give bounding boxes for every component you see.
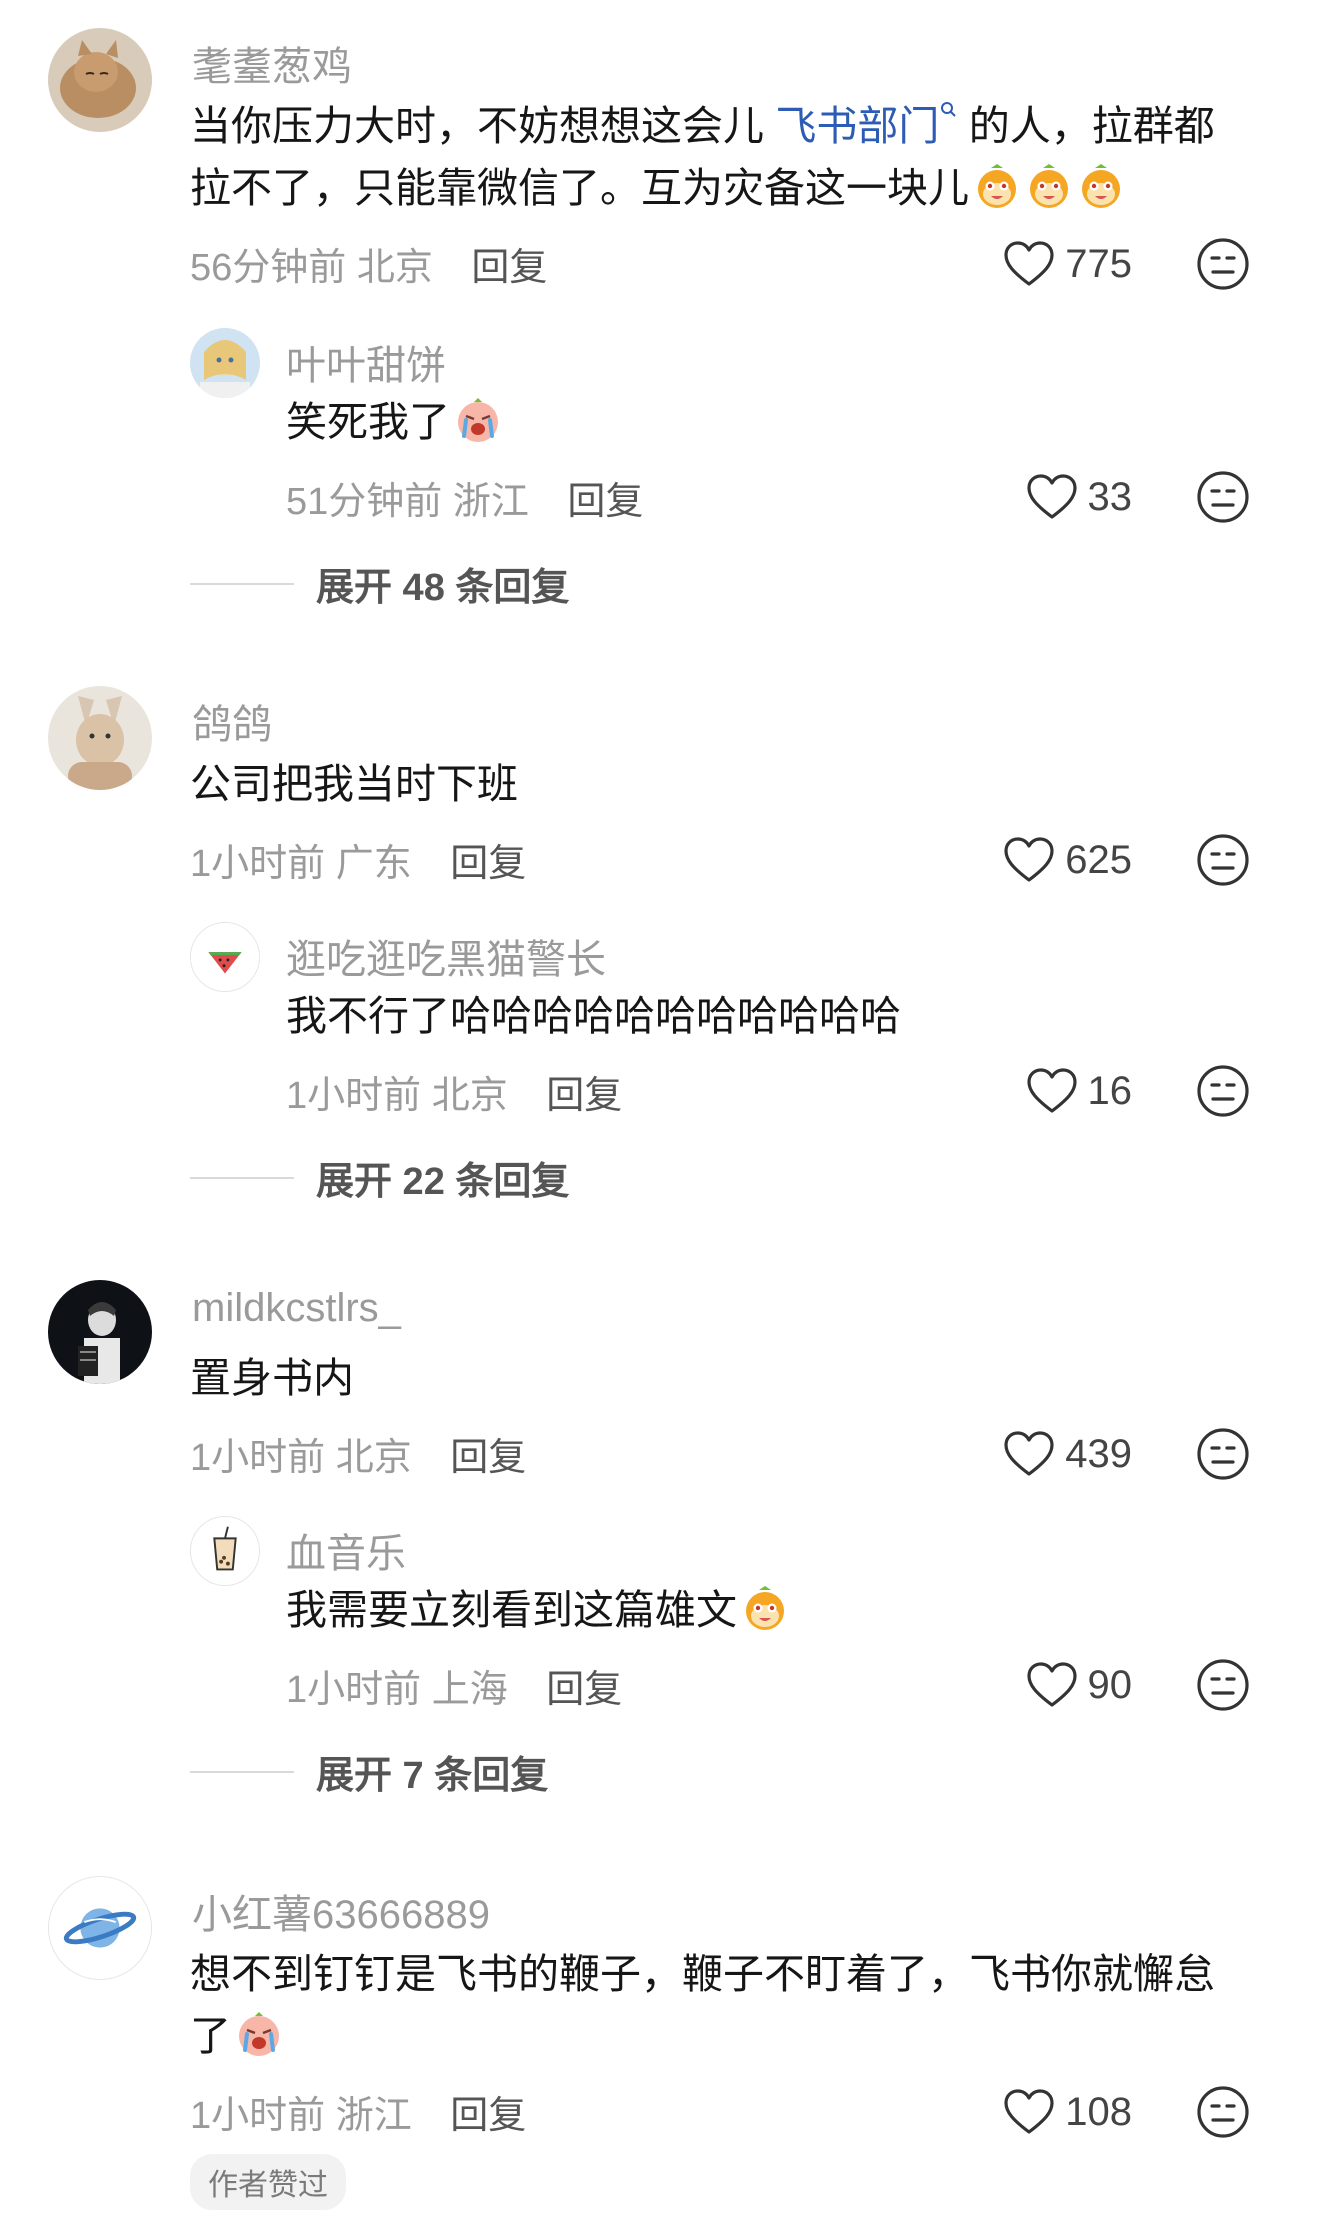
- avatar[interactable]: [48, 1280, 152, 1384]
- comment-text: 当你压力大时，不妨想想这会儿 飞书部门 的人，拉群都: [190, 94, 1215, 159]
- username[interactable]: 叶叶甜饼: [286, 333, 446, 391]
- search-link[interactable]: 飞书部门: [775, 102, 957, 149]
- author-liked-badge: 作者赞过: [190, 2154, 346, 2210]
- avatar[interactable]: [48, 1876, 152, 1980]
- like-button[interactable]: 439: [982, 1424, 1132, 1484]
- like-button[interactable]: 775: [982, 234, 1132, 294]
- avatar[interactable]: [190, 328, 260, 398]
- like-button[interactable]: 16: [982, 1061, 1132, 1121]
- heart-icon: [1026, 1661, 1078, 1709]
- username[interactable]: 血音乐: [286, 1521, 406, 1579]
- heart-icon: [1003, 2088, 1055, 2136]
- emoji: [1025, 162, 1073, 210]
- comment-meta: 51分钟前 浙江 回复: [286, 481, 644, 523]
- avatar[interactable]: [190, 1516, 260, 1586]
- dislike-face-icon[interactable]: [1196, 237, 1250, 291]
- comment-meta: 1小时前 北京 回复: [190, 1437, 527, 1479]
- heart-icon: [1026, 1067, 1078, 1115]
- reply-button[interactable]: 回复: [546, 1669, 622, 1711]
- username[interactable]: 小红薯63666889: [192, 1882, 490, 1940]
- username[interactable]: 鸽鸽: [192, 692, 272, 750]
- username[interactable]: mildkcstlrs_: [192, 1286, 401, 1331]
- comment-text: 我需要立刻看到这篇雄文: [286, 1578, 789, 1643]
- like-button[interactable]: 90: [982, 1655, 1132, 1715]
- comment-text: 想不到钉钉是飞书的鞭子，鞭子不盯着了，飞书你就懈怠: [190, 1951, 1215, 1997]
- expand-replies[interactable]: 展开 48 条回复: [190, 556, 569, 611]
- dislike-face-icon[interactable]: [1196, 1064, 1250, 1118]
- emoji: [741, 1584, 789, 1632]
- comment-meta: 1小时前 浙江 回复: [190, 2095, 527, 2137]
- heart-icon: [1003, 836, 1055, 884]
- comment-meta: 1小时前 上海 回复: [286, 1669, 623, 1711]
- heart-icon: [1003, 240, 1055, 288]
- username[interactable]: 逛吃逛吃黑猫警长: [286, 927, 606, 985]
- like-button[interactable]: 625: [982, 830, 1132, 890]
- divider: [190, 582, 294, 585]
- like-button[interactable]: 108: [982, 2082, 1132, 2142]
- heart-icon: [1026, 473, 1078, 521]
- comment-text: 置身书内: [190, 1355, 354, 1401]
- comment-text: 拉不了，只能靠微信了。互为灾备这一块儿: [190, 156, 1125, 221]
- dislike-face-icon[interactable]: [1196, 470, 1250, 524]
- comment-text: 笑死我了: [286, 390, 502, 455]
- divider: [190, 1770, 294, 1773]
- emoji: [454, 396, 502, 444]
- reply-button[interactable]: 回复: [546, 1075, 622, 1117]
- expand-replies[interactable]: 展开 22 条回复: [190, 1150, 569, 1205]
- dislike-face-icon[interactable]: [1196, 1427, 1250, 1481]
- like-button[interactable]: 33: [982, 467, 1132, 527]
- comment-text: 我不行了哈哈哈哈哈哈哈哈哈哈哈: [286, 993, 901, 1039]
- reply-button[interactable]: 回复: [450, 843, 526, 885]
- comment-text: 公司把我当时下班: [190, 761, 518, 807]
- comment-meta: 56分钟前 北京 回复: [190, 247, 548, 289]
- dislike-face-icon[interactable]: [1196, 1658, 1250, 1712]
- divider: [190, 1176, 294, 1179]
- emoji: [973, 162, 1021, 210]
- dislike-face-icon[interactable]: [1196, 2085, 1250, 2139]
- search-icon: [941, 102, 957, 117]
- avatar[interactable]: [48, 28, 152, 132]
- avatar[interactable]: [190, 922, 260, 992]
- emoji: [235, 2010, 283, 2058]
- emoji: [1077, 162, 1125, 210]
- username[interactable]: 耄耋葱鸡: [192, 34, 352, 92]
- reply-button[interactable]: 回复: [567, 481, 643, 523]
- reply-button[interactable]: 回复: [471, 247, 547, 289]
- comment-meta: 1小时前 北京 回复: [286, 1075, 623, 1117]
- heart-icon: [1003, 1430, 1055, 1478]
- avatar[interactable]: [48, 686, 152, 790]
- comment-text: 了: [190, 2004, 283, 2069]
- dislike-face-icon[interactable]: [1196, 833, 1250, 887]
- expand-replies[interactable]: 展开 7 条回复: [190, 1744, 548, 1799]
- comment-meta: 1小时前 广东 回复: [190, 843, 527, 885]
- reply-button[interactable]: 回复: [450, 2095, 526, 2137]
- reply-button[interactable]: 回复: [450, 1437, 526, 1479]
